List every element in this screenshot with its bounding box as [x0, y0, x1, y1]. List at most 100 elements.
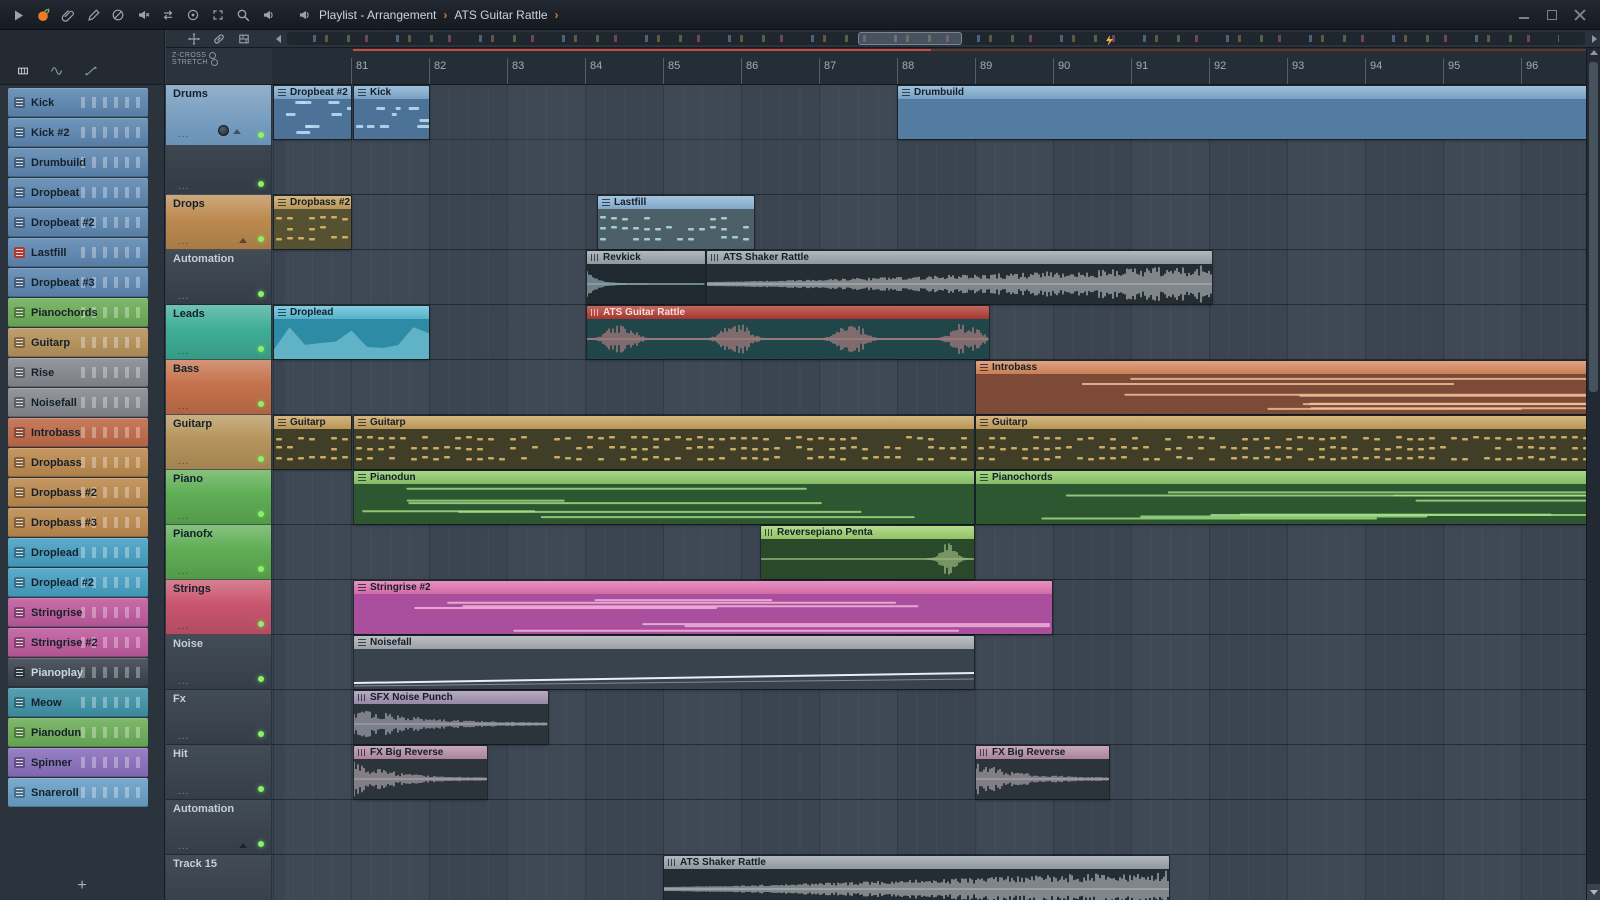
track-led[interactable]	[258, 181, 264, 187]
pattern-item-kick-2[interactable]: Kick #2	[8, 118, 148, 147]
track-led[interactable]	[258, 621, 264, 627]
zcross-toggle[interactable]: Z-CROSS	[172, 52, 216, 59]
pattern-item-pianodun[interactable]: Pianodun	[8, 718, 148, 747]
swap-icon[interactable]	[160, 7, 176, 23]
track-header-noise-9[interactable]: Noise...	[166, 635, 271, 690]
collapse-arrow[interactable]	[239, 238, 247, 243]
track-led[interactable]	[258, 566, 264, 572]
track-header-track-15-13[interactable]: Track 15...	[166, 855, 271, 900]
clip-dropbeat-2-0[interactable]: Dropbeat #2	[273, 85, 352, 140]
pattern-item-dropbeat[interactable]: Dropbeat	[8, 178, 148, 207]
pattern-item-spinner[interactable]: Spinner	[8, 748, 148, 777]
fullscreen-icon[interactable]	[210, 7, 226, 23]
link-icon[interactable]	[212, 31, 227, 46]
pattern-item-noisefall[interactable]: Noisefall	[8, 388, 148, 417]
collapse-arrow[interactable]	[239, 843, 247, 848]
attach-icon[interactable]	[60, 7, 76, 23]
performance-knob[interactable]	[218, 125, 229, 136]
pattern-item-dropbass[interactable]: Dropbass	[8, 448, 148, 477]
collapse-arrow[interactable]	[233, 129, 241, 134]
track-header-automation-2[interactable]: Automation...	[166, 250, 271, 305]
clip-lastfill-4[interactable]: Lastfill	[597, 195, 755, 250]
pattern-item-kick[interactable]: Kick	[8, 88, 148, 117]
track-lane-drops-1[interactable]	[272, 195, 1586, 250]
clip-pianochords-14[interactable]: Pianochords	[975, 470, 1586, 525]
target-icon[interactable]	[185, 7, 201, 23]
play-icon[interactable]	[10, 7, 26, 23]
playlist-vscrollbar[interactable]	[1586, 48, 1600, 900]
vscrollbar-thumb[interactable]	[1589, 62, 1598, 392]
clip-guitarp-11[interactable]: Guitarp	[353, 415, 975, 470]
zoom-icon[interactable]	[235, 7, 251, 23]
scroll-up-button[interactable]	[1587, 50, 1600, 55]
scroll-down-button[interactable]	[1587, 884, 1600, 900]
snap-off-icon[interactable]	[110, 7, 126, 23]
clip-kick-1[interactable]: Kick	[353, 85, 430, 140]
audio-filter-icon[interactable]	[50, 64, 66, 78]
clip-drumbuild-2[interactable]: Drumbuild	[897, 85, 1586, 140]
track-led[interactable]	[258, 236, 264, 242]
track-led[interactable]	[258, 511, 264, 517]
track-led[interactable]	[258, 401, 264, 407]
track-header-hit-11[interactable]: Hit...	[166, 745, 271, 800]
pattern-item-rise[interactable]: Rise	[8, 358, 148, 387]
track-led[interactable]	[258, 456, 264, 462]
pattern-item-pianochords[interactable]: Pianochords	[8, 298, 148, 327]
clip-ats-shaker-rattle-6[interactable]: ATS Shaker Rattle	[706, 250, 1213, 305]
mute-icon[interactable]	[135, 7, 151, 23]
track-header-fx-10[interactable]: Fx...	[166, 690, 271, 745]
clip-noisefall-17[interactable]: Noisefall	[353, 635, 975, 690]
timeline-ruler[interactable]: 81828384858687888990919293949596	[272, 48, 1586, 85]
pattern-item-dropbass-2[interactable]: Dropbass #2	[8, 478, 148, 507]
scroll-right-button[interactable]	[1588, 33, 1600, 45]
track-led[interactable]	[258, 731, 264, 737]
clip-guitarp-12[interactable]: Guitarp	[975, 415, 1586, 470]
clip-fx-big-reverse-20[interactable]: FX Big Reverse	[975, 745, 1110, 800]
fl-logo-icon[interactable]	[35, 7, 51, 23]
clip-guitarp-10[interactable]: Guitarp	[273, 415, 352, 470]
piano-filter-icon[interactable]	[16, 64, 32, 78]
grid-view-icon[interactable]	[237, 31, 252, 46]
track-led[interactable]	[258, 132, 264, 138]
add-pattern-button[interactable]: +	[0, 874, 164, 898]
scroll-left-button[interactable]	[272, 33, 284, 45]
track-header-leads-3[interactable]: Leads...	[166, 305, 271, 360]
clip-dropbass-2-3[interactable]: Dropbass #2	[273, 195, 352, 250]
minimize-button[interactable]	[1518, 9, 1530, 21]
pattern-item-drumbuild[interactable]: Drumbuild	[8, 148, 148, 177]
clip-introbass-9[interactable]: Introbass	[975, 360, 1586, 415]
pattern-item-stringrise[interactable]: Stringrise	[8, 598, 148, 627]
track-led[interactable]	[258, 346, 264, 352]
pattern-item-lastfill[interactable]: Lastfill	[8, 238, 148, 267]
draw-icon[interactable]	[85, 7, 101, 23]
auto-filter-icon[interactable]	[84, 64, 100, 78]
maximize-button[interactable]	[1546, 9, 1558, 21]
pattern-item-introbass[interactable]: Introbass	[8, 418, 148, 447]
pattern-item-droplead-2[interactable]: Droplead #2	[8, 568, 148, 597]
track-led[interactable]	[258, 786, 264, 792]
track-header-piano-6[interactable]: Piano...	[166, 470, 271, 525]
clip-revkick-5[interactable]: Revkick	[586, 250, 706, 305]
clip-reversepiano-penta-15[interactable]: Reversepiano Penta	[760, 525, 975, 580]
track-led[interactable]	[258, 291, 264, 297]
track-led[interactable]	[258, 676, 264, 682]
track-header-bass-4[interactable]: Bass...	[166, 360, 271, 415]
volume-icon[interactable]	[260, 7, 276, 23]
track-header-pianofx-7[interactable]: Pianofx...	[166, 525, 271, 580]
stretch-toggle[interactable]: STRETCH	[172, 59, 218, 66]
track-led[interactable]	[258, 841, 264, 847]
pattern-item-dropbeat-2[interactable]: Dropbeat #2	[8, 208, 148, 237]
track-lane-automation-12[interactable]	[272, 800, 1586, 855]
track-header-guitarp-5[interactable]: Guitarp...	[166, 415, 271, 470]
clip-sfx-noise-punch-18[interactable]: SFX Noise Punch	[353, 690, 549, 745]
clip-pianodun-13[interactable]: Pianodun	[353, 470, 975, 525]
pattern-item-snareroll[interactable]: Snareroll	[8, 778, 148, 807]
track-header-automation-12[interactable]: Automation...	[166, 800, 271, 855]
track-header-drums-0[interactable]: Drums......	[166, 85, 271, 195]
clip-ats-shaker-rattle-21[interactable]: ATS Shaker Rattle	[663, 855, 1170, 900]
clip-droplead-7[interactable]: Droplead	[273, 305, 430, 360]
clip-ats-guitar-rattle-8[interactable]: ATS Guitar Rattle	[586, 305, 990, 360]
hscrollbar-thumb[interactable]	[858, 32, 962, 45]
playlist-hscrollbar[interactable]	[287, 32, 1585, 45]
track-header-drops-1[interactable]: Drops...	[166, 195, 271, 250]
